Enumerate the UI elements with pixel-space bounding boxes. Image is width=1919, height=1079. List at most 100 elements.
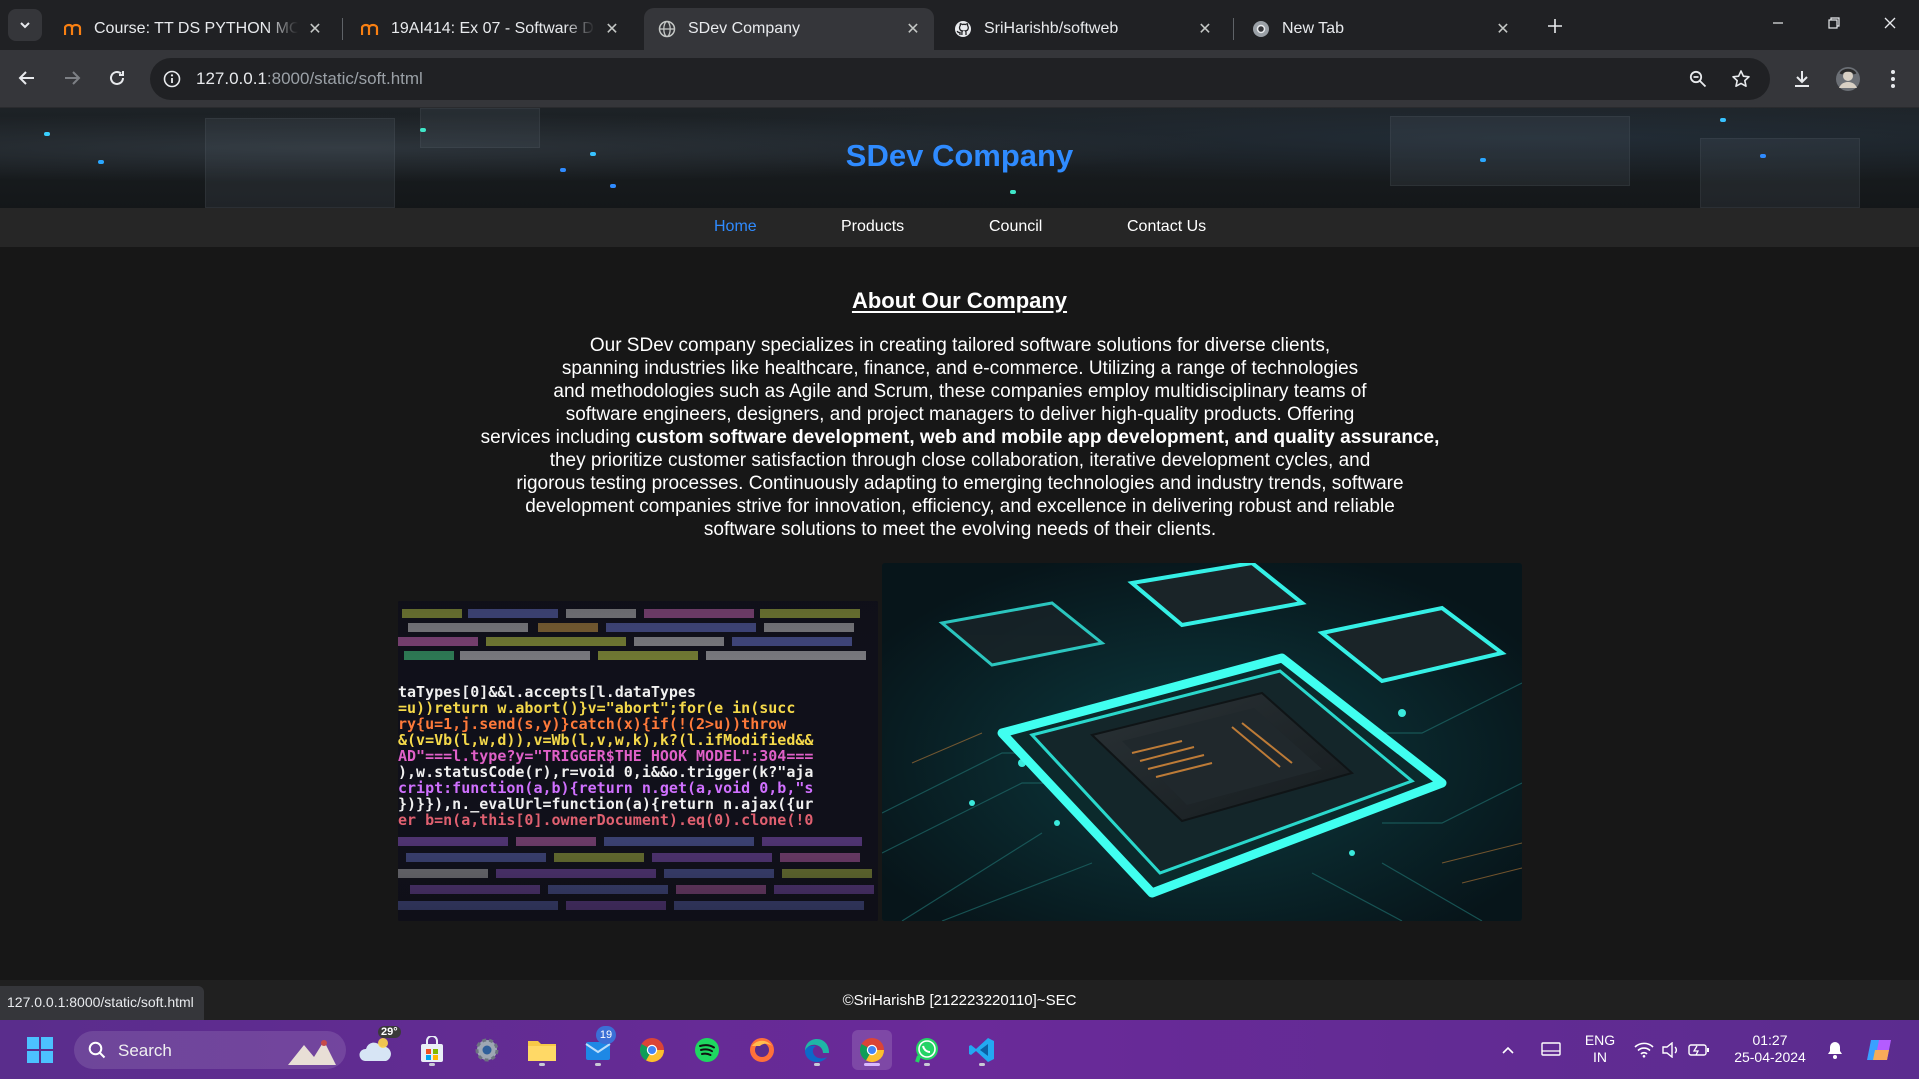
minimize-button[interactable]: [1750, 0, 1806, 46]
whatsapp-icon: [915, 1038, 938, 1063]
region-code: IN: [1593, 1049, 1607, 1065]
taskbar-store[interactable]: [412, 1030, 452, 1070]
close-icon[interactable]: ✕: [1494, 20, 1512, 38]
new-tab-button[interactable]: [1541, 12, 1569, 40]
taskbar-vscode[interactable]: [962, 1030, 1002, 1070]
store-icon: [421, 1036, 443, 1062]
taskbar-file-explorer[interactable]: [522, 1030, 562, 1070]
url-text[interactable]: 127.0.0.1:8000/static/soft.html: [196, 69, 423, 89]
firefox-icon: [750, 1038, 774, 1062]
about-line: spanning industries like healthcare, fin…: [561, 358, 1359, 379]
header-light: [44, 132, 50, 136]
taskbar-mail[interactable]: 19: [578, 1026, 618, 1070]
clock[interactable]: 01:27 25-04-2024: [1730, 1032, 1810, 1066]
spotify-icon: [695, 1038, 719, 1062]
about-line: Our SDev company specializes in creating…: [589, 335, 1331, 356]
running-indicator: [595, 1063, 601, 1066]
copilot-button[interactable]: [1860, 1030, 1900, 1070]
nav-link-council[interactable]: Council: [989, 218, 1042, 236]
zoom-icon[interactable]: [1687, 68, 1709, 90]
nav-link-home[interactable]: Home: [714, 218, 757, 236]
tab-search-button[interactable]: [8, 9, 42, 41]
reload-button[interactable]: [100, 61, 134, 95]
clock-date: 25-04-2024: [1734, 1049, 1806, 1065]
chrome-icon: [1252, 20, 1270, 38]
running-indicator: [924, 1063, 930, 1066]
copilot-icon: [1867, 1040, 1891, 1060]
input-language-indicator[interactable]: ENG IN: [1578, 1032, 1622, 1066]
running-indicator: [979, 1063, 985, 1066]
code-image: taTypes[0]&&l.accepts[l.dataTypes =u))re…: [398, 601, 878, 921]
chrome-icon: [859, 1038, 884, 1063]
taskbar-firefox[interactable]: [742, 1030, 782, 1070]
clock-time: 01:27: [1752, 1032, 1788, 1048]
running-indicator: [814, 1063, 820, 1066]
about-line: rigorous testing processes. Continuously…: [516, 473, 1404, 494]
link-status-bubble: 127.0.0.1:8000/static/soft.html: [0, 986, 204, 1020]
taskbar-chrome[interactable]: [632, 1030, 672, 1070]
start-button[interactable]: [20, 1030, 60, 1070]
browser-menu-button[interactable]: [1876, 62, 1910, 96]
address-bar[interactable]: 127.0.0.1:8000/static/soft.html: [150, 58, 1770, 100]
close-window-button[interactable]: [1862, 0, 1918, 46]
url-host: 127.0.0.1: [196, 69, 267, 88]
chrome-icon: [639, 1038, 664, 1063]
tab-ex07[interactable]: 19AI414: Ex 07 - Software Development ✕: [347, 8, 633, 50]
downloads-button[interactable]: [1785, 62, 1819, 96]
bookmark-star-icon[interactable]: [1730, 68, 1752, 90]
close-icon[interactable]: ✕: [904, 20, 922, 38]
close-icon[interactable]: ✕: [1196, 20, 1214, 38]
edge-icon: [805, 1039, 829, 1062]
tab-title: 19AI414: Ex 07 - Software Development: [391, 20, 595, 37]
tray-display-button[interactable]: [1534, 1030, 1568, 1070]
profile-avatar[interactable]: [1831, 62, 1865, 96]
tab-new-tab[interactable]: New Tab ✕: [1238, 8, 1524, 50]
tray-overflow-button[interactable]: [1494, 1030, 1522, 1070]
taskbar-chrome-active[interactable]: [852, 1030, 892, 1070]
nav-link-products[interactable]: Products: [841, 218, 904, 236]
header-light: [1010, 190, 1016, 194]
wifi-icon: [1634, 1042, 1654, 1058]
avatar-icon: [1836, 67, 1860, 91]
tab-github[interactable]: SriHarishb/softweb ✕: [940, 8, 1226, 50]
taskbar-edge[interactable]: [797, 1030, 837, 1070]
chevron-down-icon: [20, 22, 30, 29]
taskbar-settings[interactable]: [467, 1030, 507, 1070]
close-icon[interactable]: ✕: [306, 20, 324, 38]
tab-course[interactable]: Course: TT DS PYTHON MODULE ✕: [50, 8, 336, 50]
search-label: Search: [118, 1041, 172, 1060]
about-heading: About Our Company: [851, 288, 1068, 313]
back-arrow-icon: [18, 71, 34, 85]
site-title: SDev Company: [845, 138, 1074, 173]
taskbar-spotify[interactable]: [687, 1030, 727, 1070]
moodle-icon: [361, 20, 379, 38]
notification-bell-button[interactable]: [1818, 1030, 1852, 1070]
tab-separator: [342, 18, 343, 40]
forward-button[interactable]: [55, 61, 89, 95]
weather-widget[interactable]: 29°: [356, 1026, 401, 1070]
about-line-prefix: services including: [480, 427, 636, 448]
code-image-art: taTypes[0]&&l.accepts[l.dataTypes =u))re…: [398, 601, 878, 921]
chevron-up-icon: [1502, 1046, 1514, 1054]
circuit-chip-art: [882, 563, 1522, 921]
reload-icon: [110, 70, 124, 85]
about-line: they prioritize customer satisfaction th…: [549, 450, 1371, 471]
nav-link-contact-us[interactable]: Contact Us: [1127, 218, 1206, 236]
site-info-icon[interactable]: [162, 69, 182, 89]
minimize-icon: [1773, 22, 1783, 24]
gear-icon: [475, 1038, 499, 1062]
restore-button[interactable]: [1806, 0, 1862, 46]
display-icon: [1541, 1042, 1561, 1056]
tab-sdev-company[interactable]: SDev Company ✕: [644, 8, 934, 50]
back-button[interactable]: [10, 61, 44, 95]
quick-settings-button[interactable]: [1630, 1030, 1714, 1070]
circuit-chip-image: [882, 563, 1522, 921]
taskbar-search-box[interactable]: Search: [74, 1031, 346, 1069]
taskbar-whatsapp[interactable]: [907, 1030, 947, 1070]
running-indicator: [539, 1063, 545, 1066]
close-icon[interactable]: ✕: [603, 20, 621, 38]
download-icon: [1795, 71, 1809, 87]
header-light: [420, 128, 426, 132]
battery-icon: [1688, 1044, 1709, 1056]
plus-icon: [1548, 19, 1562, 33]
